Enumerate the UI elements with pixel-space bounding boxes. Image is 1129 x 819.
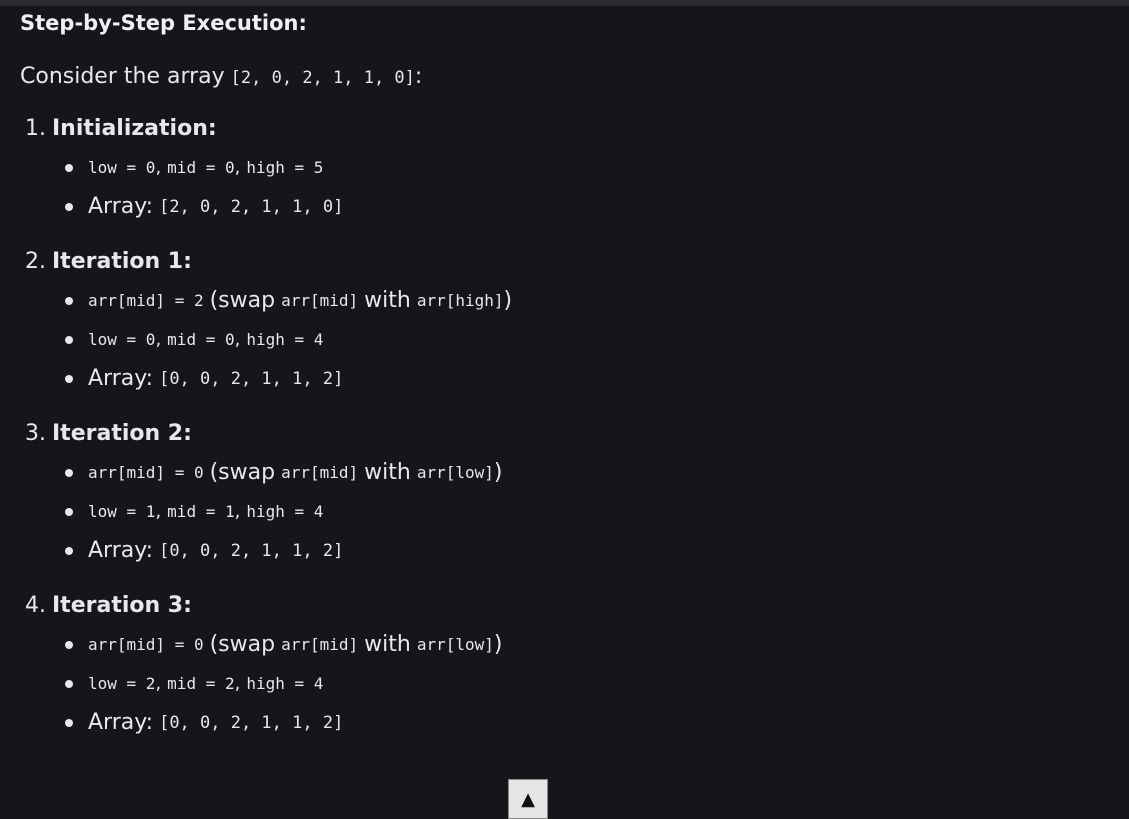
bullet-icon: [65, 507, 73, 516]
list-item: arr[mid] = 0 (swap arr[mid] with arr[low…: [65, 453, 1129, 492]
separator: ,: [155, 501, 162, 522]
swap-b: arr[low]: [416, 463, 494, 482]
array-value: [0, 0, 2, 1, 1, 2]: [159, 712, 344, 733]
pointer-low: low = 2: [88, 674, 156, 693]
array-label: Array:: [88, 194, 154, 219]
intro-line: Consider the array [2, 0, 2, 1, 1, 0] :: [20, 63, 1129, 92]
step-number: 3.: [25, 421, 46, 446]
step-label: Iteration 2:: [52, 421, 192, 446]
top-bar: [0, 0, 1129, 6]
swap-close: ): [493, 460, 503, 485]
step-bullets: arr[mid] = 2 (swap arr[mid] with arr[hig…: [25, 281, 1129, 398]
arrow-up-icon: ▲: [521, 788, 535, 810]
step-label: Iteration 3:: [52, 593, 192, 618]
bullet-icon: [65, 335, 73, 344]
pointer-mid: mid = 0: [167, 158, 235, 177]
list-item: Array: [2, 0, 2, 1, 1, 0]: [65, 187, 1129, 226]
bullet-icon: [65, 296, 73, 305]
separator: ,: [234, 329, 241, 350]
intro-text: Consider the array: [20, 64, 225, 89]
bullet-icon: [65, 468, 73, 477]
separator: ,: [234, 157, 241, 178]
array-value: [0, 0, 2, 1, 1, 2]: [159, 368, 344, 389]
step-bullets: low = 0, mid = 0, high = 5 Array: [2, 0,…: [25, 148, 1129, 226]
swap-a: arr[mid]: [281, 291, 359, 310]
swap-with: with: [364, 288, 411, 313]
bullet-icon: [65, 718, 73, 727]
list-item: low = 0, mid = 0, high = 4: [65, 320, 1129, 359]
check-expr: arr[mid] = 0: [88, 635, 204, 654]
step-1: 1. Initialization: low = 0, mid = 0, hig…: [25, 115, 1129, 226]
swap-b: arr[low]: [416, 635, 494, 654]
step-title: 1. Initialization:: [25, 115, 1129, 143]
swap-open: (swap: [209, 632, 276, 657]
pointer-low: low = 0: [88, 158, 156, 177]
article-content: Step-by-Step Execution: Consider the arr…: [20, 10, 1129, 742]
step-2: 2. Iteration 1: arr[mid] = 2 (swap arr[m…: [25, 248, 1129, 398]
step-number: 4.: [25, 593, 46, 618]
step-bullets: arr[mid] = 0 (swap arr[mid] with arr[low…: [25, 625, 1129, 742]
list-item: Array: [0, 0, 2, 1, 1, 2]: [65, 703, 1129, 742]
array-value: [0, 0, 2, 1, 1, 2]: [159, 540, 344, 561]
separator: ,: [234, 501, 241, 522]
swap-with: with: [364, 460, 411, 485]
array-label: Array:: [88, 538, 154, 563]
list-item: Array: [0, 0, 2, 1, 1, 2]: [65, 531, 1129, 570]
swap-close: ): [493, 632, 503, 657]
pointer-mid: mid = 1: [167, 502, 235, 521]
list-item: arr[mid] = 0 (swap arr[mid] with arr[low…: [65, 625, 1129, 664]
check-expr: arr[mid] = 2: [88, 291, 204, 310]
separator: ,: [155, 157, 162, 178]
pointer-high: high = 4: [246, 330, 324, 349]
swap-open: (swap: [209, 460, 276, 485]
intro-array: [2, 0, 2, 1, 1, 0]: [230, 68, 415, 88]
swap-a: arr[mid]: [281, 635, 359, 654]
pointer-high: high = 4: [246, 502, 324, 521]
scroll-to-top-button[interactable]: ▲: [508, 779, 548, 819]
pointer-high: high = 5: [246, 158, 324, 177]
step-number: 2.: [25, 249, 46, 274]
pointer-low: low = 0: [88, 330, 156, 349]
section-heading: Step-by-Step Execution:: [20, 11, 307, 35]
array-value: [2, 0, 2, 1, 1, 0]: [159, 196, 344, 217]
swap-open: (swap: [209, 288, 276, 313]
list-item: low = 2, mid = 2, high = 4: [65, 664, 1129, 703]
bullet-icon: [65, 640, 73, 649]
pointer-high: high = 4: [246, 674, 324, 693]
swap-close: ): [503, 288, 513, 313]
step-bullets: arr[mid] = 0 (swap arr[mid] with arr[low…: [25, 453, 1129, 570]
separator: ,: [234, 673, 241, 694]
array-label: Array:: [88, 366, 154, 391]
step-label: Iteration 1:: [52, 249, 192, 274]
step-4: 4. Iteration 3: arr[mid] = 0 (swap arr[m…: [25, 592, 1129, 742]
pointer-low: low = 1: [88, 502, 156, 521]
list-item: Array: [0, 0, 2, 1, 1, 2]: [65, 359, 1129, 398]
intro-suffix: :: [414, 64, 423, 89]
step-3: 3. Iteration 2: arr[mid] = 0 (swap arr[m…: [25, 420, 1129, 570]
bullet-icon: [65, 546, 73, 555]
bullet-icon: [65, 163, 73, 172]
bullet-icon: [65, 679, 73, 688]
swap-with: with: [364, 632, 411, 657]
swap-a: arr[mid]: [281, 463, 359, 482]
step-title: 3. Iteration 2:: [25, 420, 1129, 448]
list-item: arr[mid] = 2 (swap arr[mid] with arr[hig…: [65, 281, 1129, 320]
check-expr: arr[mid] = 0: [88, 463, 204, 482]
bullet-icon: [65, 374, 73, 383]
step-title: 4. Iteration 3:: [25, 592, 1129, 620]
separator: ,: [155, 673, 162, 694]
array-label: Array:: [88, 710, 154, 735]
bullet-icon: [65, 202, 73, 211]
step-title: 2. Iteration 1:: [25, 248, 1129, 276]
list-item: low = 1, mid = 1, high = 4: [65, 492, 1129, 531]
swap-b: arr[high]: [416, 291, 504, 310]
pointer-mid: mid = 2: [167, 674, 235, 693]
step-number: 1.: [25, 116, 46, 141]
step-label: Initialization:: [52, 116, 217, 141]
separator: ,: [155, 329, 162, 350]
pointer-mid: mid = 0: [167, 330, 235, 349]
list-item: low = 0, mid = 0, high = 5: [65, 148, 1129, 187]
